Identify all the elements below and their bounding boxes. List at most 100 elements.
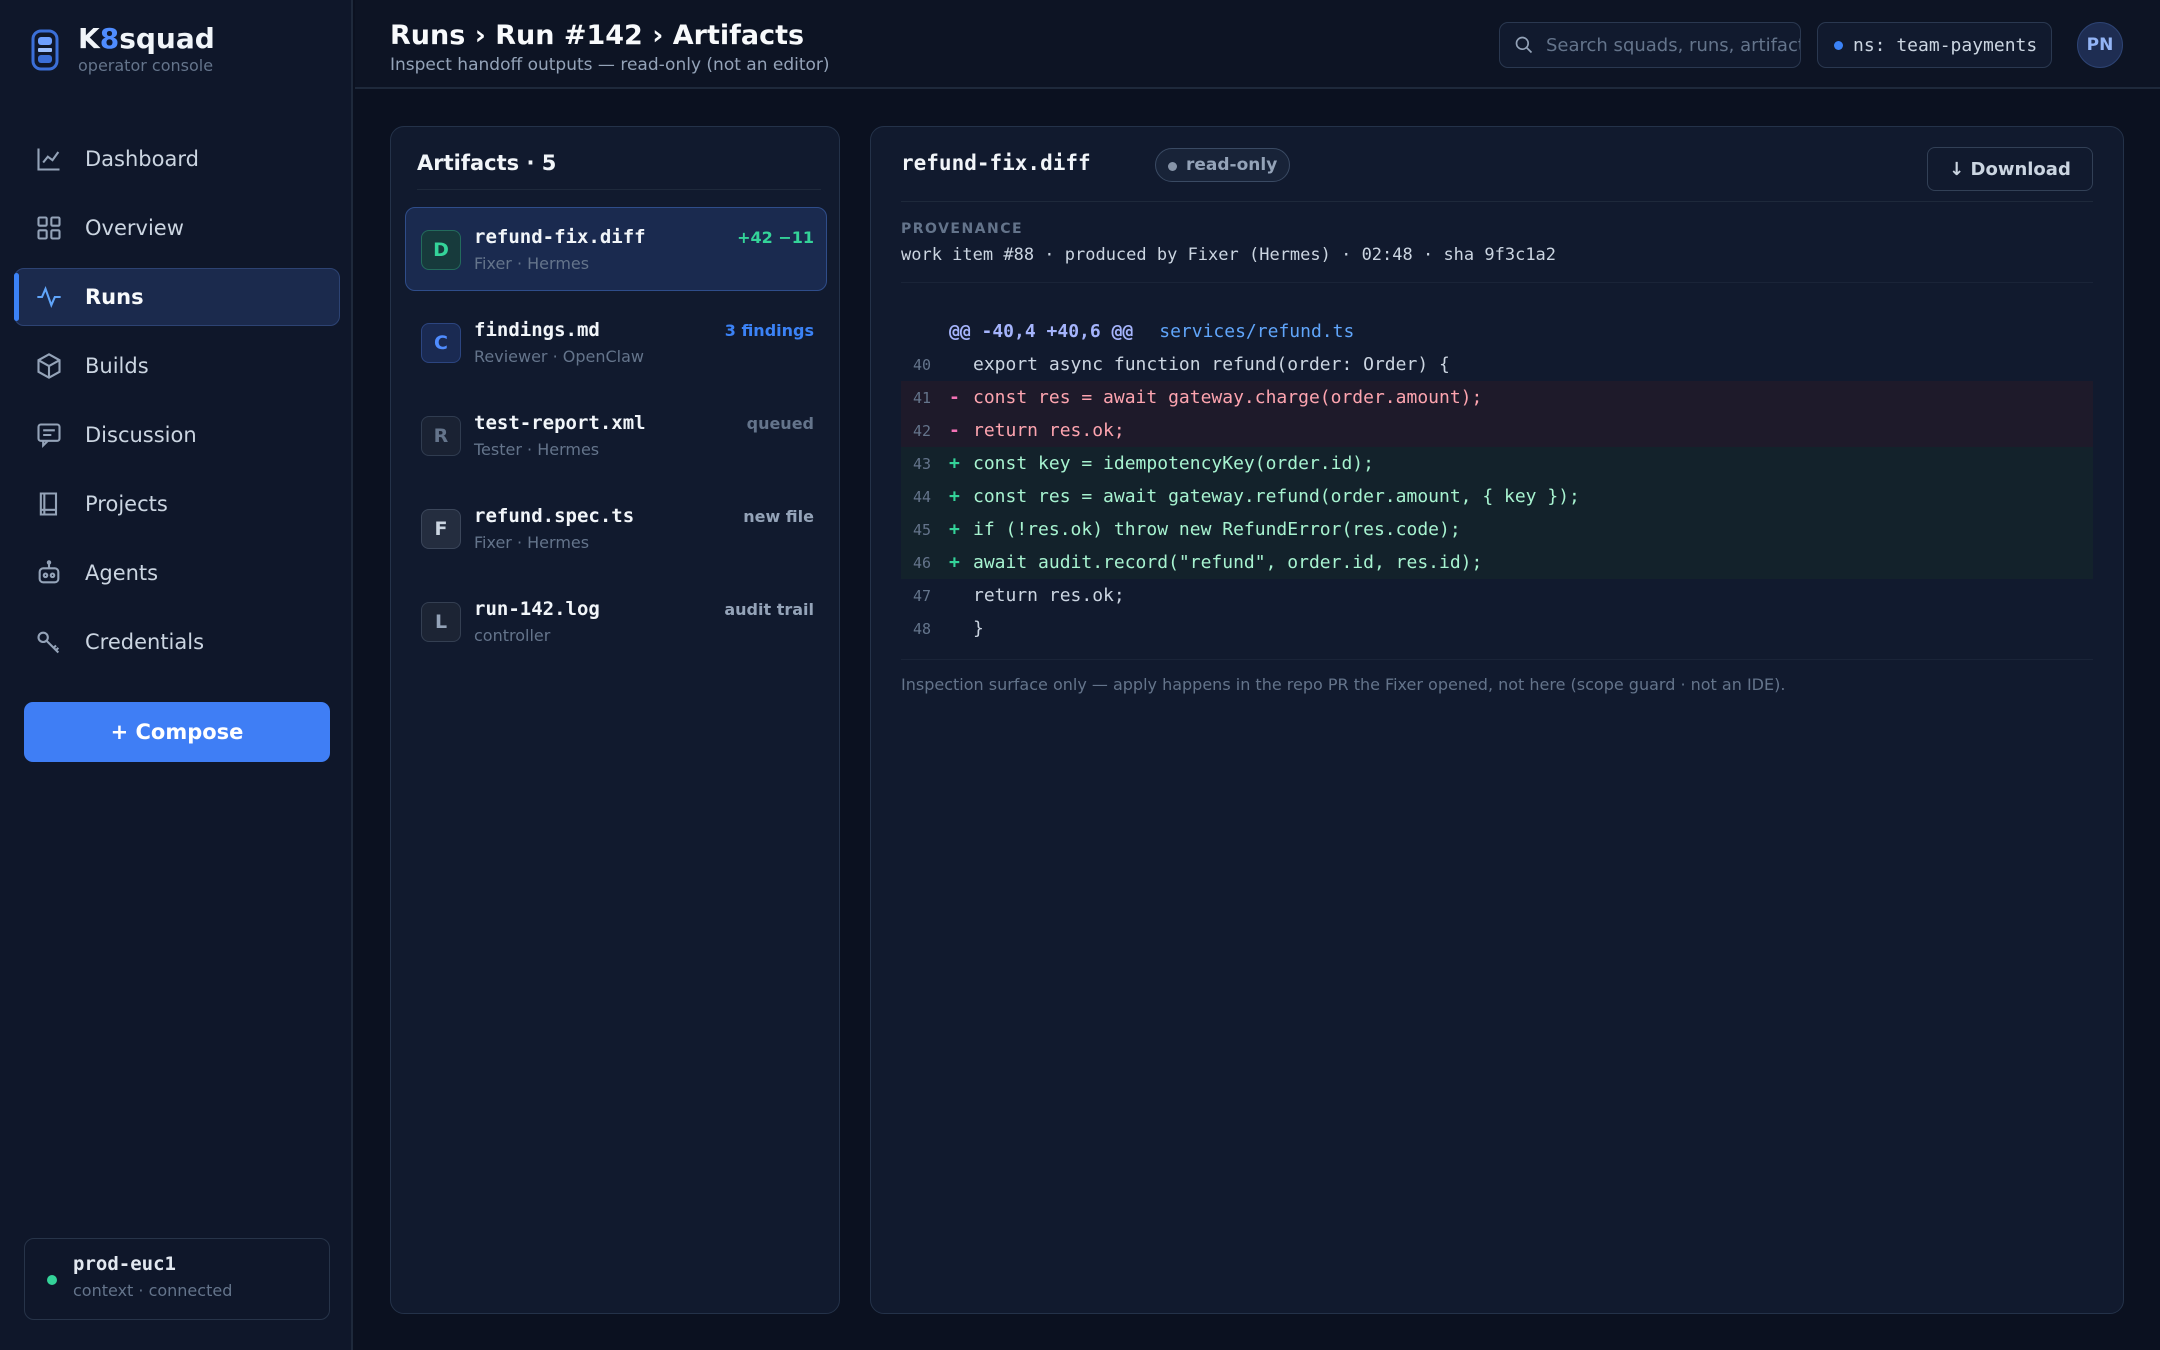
search-box[interactable] bbox=[1499, 22, 1801, 68]
code-text: if (!res.ok) throw new RefundError(res.c… bbox=[973, 519, 1461, 540]
compose-button[interactable]: + Compose bbox=[24, 702, 330, 762]
line-number: 45 bbox=[912, 520, 931, 539]
diff-line: 42- return res.ok; bbox=[901, 414, 2093, 447]
sidebar-item-builds[interactable]: Builds bbox=[14, 337, 340, 395]
context-name: prod-euc1 bbox=[73, 1253, 176, 1275]
avatar[interactable]: PN bbox=[2077, 22, 2123, 68]
artifact-name: test-report.xml bbox=[474, 412, 646, 434]
divider bbox=[901, 659, 2093, 660]
code-text: return res.ok; bbox=[973, 420, 1125, 441]
sidebar-item-dashboard[interactable]: Dashboard bbox=[14, 130, 340, 188]
sidebar-item-label: Projects bbox=[85, 492, 168, 516]
sidebar-nav: Dashboard Overview Runs Builds Discussio… bbox=[14, 130, 340, 682]
diff-sign: + bbox=[949, 519, 960, 540]
line-number: 40 bbox=[912, 355, 931, 374]
artifact-name: findings.md bbox=[474, 319, 600, 341]
code-text: await audit.record("refund", order.id, r… bbox=[973, 552, 1483, 573]
artifact-meta: Tester · Hermes bbox=[474, 440, 600, 459]
brand-subtitle: operator console bbox=[78, 56, 214, 75]
search-input[interactable] bbox=[1546, 34, 1800, 56]
code-text: const key = idempotencyKey(order.id); bbox=[973, 453, 1374, 474]
diff-hunk-header: @@ -40,4 +40,6 @@ services/refund.ts bbox=[901, 315, 2093, 348]
sidebar-item-overview[interactable]: Overview bbox=[14, 199, 340, 257]
sidebar-item-agents[interactable]: Agents bbox=[14, 544, 340, 602]
diff-line: 45 + if (!res.ok) throw new RefundError(re… bbox=[901, 513, 2093, 546]
context-switcher[interactable]: prod-euc1 context · connected bbox=[24, 1238, 330, 1320]
artifact-stat: new file bbox=[743, 507, 814, 526]
page-subtitle: Inspect handoff outputs — read-only (not… bbox=[390, 55, 830, 75]
divider bbox=[901, 282, 2093, 283]
read-only-badge: read-only bbox=[1155, 148, 1291, 182]
artifact-type-badge: D bbox=[421, 230, 461, 270]
page-title: Runs › Run #142 › Artifacts bbox=[390, 20, 805, 51]
artifact-item[interactable]: C findings.md Reviewer · OpenClaw 3 find… bbox=[405, 300, 827, 384]
brand[interactable]: K8squad operator console bbox=[30, 24, 215, 75]
sidebar-item-label: Builds bbox=[85, 354, 149, 378]
sidebar-item-projects[interactable]: Projects bbox=[14, 475, 340, 533]
diff-line: 41- const res = await gateway.charge(orde… bbox=[901, 381, 2093, 414]
context-status: context · connected bbox=[73, 1281, 233, 1300]
code-text: return res.ok; bbox=[973, 585, 1125, 606]
download-button[interactable]: ↓ Download bbox=[1927, 147, 2093, 191]
line-number: 47 bbox=[912, 586, 931, 605]
diff-line: 47 return res.ok; bbox=[901, 579, 2093, 612]
diff-sign: + bbox=[949, 486, 960, 507]
connected-status-dot-icon bbox=[47, 1275, 57, 1285]
artifact-name: run-142.log bbox=[474, 598, 600, 620]
diff-line: 46 + await audit.record("refund", order.id… bbox=[901, 546, 2093, 579]
sidebar-item-label: Discussion bbox=[85, 423, 197, 447]
artifact-item[interactable]: D refund-fix.diff Fixer · Hermes +42 −11 bbox=[405, 207, 827, 291]
sidebar-item-label: Dashboard bbox=[85, 147, 199, 171]
scope-note: Inspection surface only — apply happens … bbox=[901, 675, 1786, 694]
hunk-range: @@ -40,4 +40,6 @@ bbox=[949, 321, 1134, 342]
artifacts-panel: Artifacts · 5 D refund-fix.diff Fixer · … bbox=[390, 126, 840, 1314]
sidebar-item-label: Credentials bbox=[85, 630, 205, 654]
line-number: 41 bbox=[912, 388, 931, 407]
line-number: 44 bbox=[912, 487, 931, 506]
artifact-type-badge: R bbox=[421, 416, 461, 456]
artifact-type-badge: F bbox=[421, 509, 461, 549]
artifact-name: refund.spec.ts bbox=[474, 505, 635, 527]
sidebar-item-discussion[interactable]: Discussion bbox=[14, 406, 340, 464]
namespace-dot-icon bbox=[1834, 40, 1843, 50]
artifact-meta: Fixer · Hermes bbox=[474, 254, 590, 273]
artifact-list: D refund-fix.diff Fixer · Hermes +42 −11… bbox=[405, 207, 827, 672]
artifact-detail-title: refund-fix.diff bbox=[901, 151, 1091, 175]
diff-sign: + bbox=[949, 552, 960, 573]
artifact-item[interactable]: L run-142.log controller audit trail bbox=[405, 579, 827, 663]
artifact-stat: +42 −11 bbox=[737, 228, 814, 247]
sidebar-item-label: Runs bbox=[85, 285, 144, 309]
diff-sign: - bbox=[949, 387, 960, 408]
artifact-detail-panel: refund-fix.diff read-only ↓ Download PRO… bbox=[870, 126, 2124, 1314]
provenance-text: work item #88 · produced by Fixer (Herme… bbox=[901, 245, 1557, 265]
line-number: 46 bbox=[912, 553, 931, 572]
divider bbox=[901, 201, 2093, 202]
artifacts-title: Artifacts · 5 bbox=[417, 151, 557, 175]
namespace-selector[interactable]: ns: team-payments bbox=[1817, 22, 2052, 68]
sidebar-item-label: Agents bbox=[85, 561, 159, 585]
artifact-type-badge: C bbox=[421, 323, 461, 363]
diff-line: 48} bbox=[901, 612, 2093, 645]
sidebar-item-credentials[interactable]: Credentials bbox=[14, 613, 340, 671]
diff-line: 44 + const res = await gateway.refund(orde… bbox=[901, 480, 2093, 513]
artifact-stat: 3 findings bbox=[724, 321, 814, 340]
artifact-meta: Reviewer · OpenClaw bbox=[474, 347, 645, 366]
robot-icon bbox=[38, 560, 60, 584]
top-header: Runs › Run #142 › Artifacts Inspect hand… bbox=[355, 0, 2160, 89]
artifact-name: refund-fix.diff bbox=[474, 226, 646, 248]
provenance-label: PROVENANCE bbox=[901, 221, 1024, 237]
artifact-item[interactable]: R test-report.xml Tester · Hermes queued bbox=[405, 393, 827, 477]
diff-line: 43 + const key = idempotencyKey(order.id); bbox=[901, 447, 2093, 480]
line-number: 42 bbox=[912, 421, 931, 440]
artifact-meta: controller bbox=[474, 626, 551, 645]
line-number: 43 bbox=[912, 454, 931, 473]
artifact-item[interactable]: F refund.spec.ts Fixer · Hermes new file bbox=[405, 486, 827, 570]
diff-sign: + bbox=[949, 453, 960, 474]
line-number: 48 bbox=[912, 619, 931, 638]
diff-line: 40 export async function refund(order: Or… bbox=[901, 348, 2093, 381]
sidebar-item-runs[interactable]: Runs bbox=[14, 268, 340, 326]
search-icon bbox=[1515, 36, 1533, 54]
artifact-stat: audit trail bbox=[724, 600, 814, 619]
artifact-stat: queued bbox=[746, 414, 814, 433]
hunk-file: services/refund.ts bbox=[1159, 321, 1355, 342]
